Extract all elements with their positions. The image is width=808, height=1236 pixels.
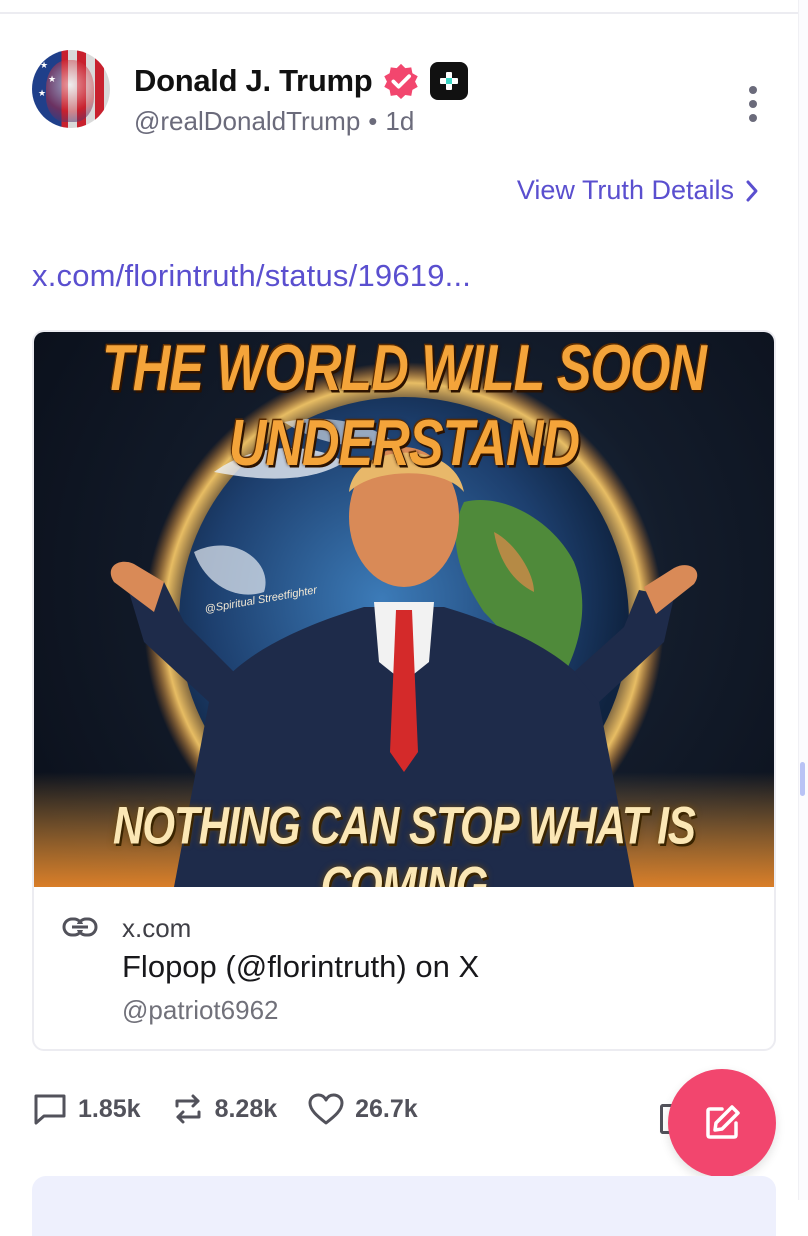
scrollbar-track[interactable]: [798, 0, 808, 1200]
view-truth-details-link[interactable]: View Truth Details: [517, 175, 760, 206]
link-preview-title[interactable]: Flopop (@florintruth) on X: [122, 949, 479, 985]
like-count: 26.7k: [355, 1094, 418, 1123]
image-bottom-caption: NOTHING CAN STOP WHAT IS COMING: [113, 796, 696, 887]
link-preview-card[interactable]: THE WORLD WILL SOON UNDERSTAND @Spiritua…: [32, 330, 776, 1051]
more-options-icon[interactable]: [744, 86, 762, 122]
reply-count: 1.85k: [78, 1094, 141, 1123]
author-handle[interactable]: @realDonaldTrump: [134, 106, 360, 137]
compose-post-button[interactable]: [668, 1069, 776, 1177]
reply-icon: [34, 1094, 66, 1125]
chevron-right-icon: [746, 180, 758, 201]
post-actions-bar: 1.85k 8.28k 26.7k: [32, 1090, 448, 1128]
retruth-icon: [175, 1094, 201, 1124]
verified-badge-icon: [384, 63, 419, 100]
like-button[interactable]: 26.7k: [307, 1092, 418, 1126]
link-preview-domain: x.com: [122, 913, 192, 943]
image-top-caption: THE WORLD WILL SOON UNDERSTAND: [102, 332, 707, 480]
truth-post: ★ ★ ★ Donald J. Trump @realDonaldTrump •…: [0, 14, 798, 1236]
link-icon: [62, 917, 98, 937]
link-preview-author: @patriot6962: [122, 995, 279, 1025]
next-feed-item[interactable]: [32, 1176, 776, 1236]
retruth-button[interactable]: 8.28k: [171, 1092, 278, 1126]
post-body-link[interactable]: x.com/florintruth/status/19619...: [32, 258, 471, 294]
handle-separator: •: [368, 106, 378, 136]
retruth-count: 8.28k: [214, 1094, 278, 1123]
link-preview-image[interactable]: THE WORLD WILL SOON UNDERSTAND @Spiritua…: [34, 332, 774, 887]
author-display-name[interactable]: Donald J. Trump: [134, 63, 373, 99]
compose-icon: [706, 1105, 740, 1139]
view-truth-details-label: View Truth Details: [516, 175, 734, 205]
author-name-row: Donald J. Trump: [134, 62, 469, 100]
author-avatar[interactable]: ★ ★ ★: [32, 50, 110, 128]
scrollbar-thumb[interactable]: [800, 762, 805, 796]
truth-plus-icon: [430, 62, 469, 100]
author-handle-row: @realDonaldTrump • 1d: [134, 106, 414, 137]
reply-button[interactable]: 1.85k: [32, 1092, 141, 1126]
post-time[interactable]: 1d: [385, 106, 414, 137]
heart-icon: [308, 1093, 344, 1125]
link-preview-meta[interactable]: x.com Flopop (@florintruth) on X @patrio…: [34, 887, 774, 1049]
